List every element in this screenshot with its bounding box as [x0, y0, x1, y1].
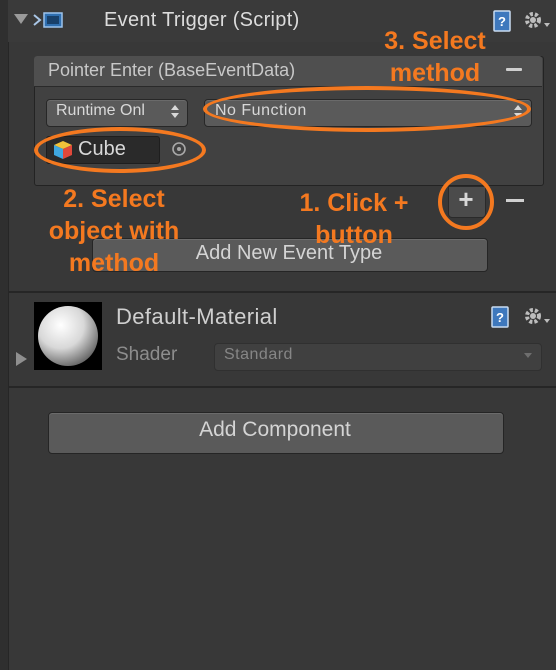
runtime-dropdown-value: Runtime Onl — [56, 102, 145, 119]
add-component-label: Add Component — [199, 418, 351, 441]
material-title: Default-Material — [116, 304, 278, 329]
material-foldout-arrow-icon[interactable] — [16, 352, 27, 366]
shader-dropdown-value: Standard — [224, 346, 293, 363]
annotation-step-1: 1. Click + button — [299, 189, 409, 249]
shader-label: Shader — [116, 344, 178, 365]
script-icon — [33, 12, 63, 28]
annotation-step-3: 3. Select method — [384, 27, 486, 87]
annotation-oval-function — [203, 86, 531, 132]
svg-text:?: ? — [496, 310, 504, 325]
annotation-step-2: 2. Select object with method — [48, 185, 180, 277]
section-divider — [8, 291, 556, 293]
annotation-oval-plus — [438, 174, 494, 230]
section-divider — [8, 386, 556, 388]
inspector-left-strip — [0, 0, 9, 670]
material-preview-sphere — [34, 302, 102, 370]
dropdown-arrows-icon — [171, 104, 179, 120]
annotation-oval-object — [34, 127, 206, 173]
component-title: Event Trigger (Script) — [104, 9, 300, 31]
gear-icon[interactable] — [522, 304, 552, 330]
event-entry-label: Pointer Enter (BaseEventData) — [48, 60, 296, 80]
help-book-icon[interactable]: ? — [490, 306, 510, 328]
remove-listener-minus-icon[interactable] — [506, 199, 524, 202]
foldout-arrow-icon[interactable] — [14, 14, 28, 24]
gear-icon[interactable] — [522, 8, 552, 34]
chevron-down-icon — [524, 353, 532, 358]
